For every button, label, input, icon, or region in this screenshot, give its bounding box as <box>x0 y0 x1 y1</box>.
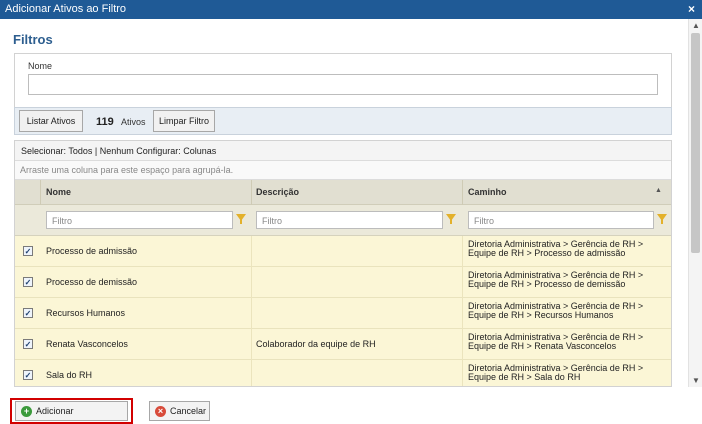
cell-divider <box>251 267 252 298</box>
path-filter-input[interactable]: Filtro <box>468 211 654 229</box>
cell-divider <box>462 329 463 360</box>
cell-name: Recursos Humanos <box>46 308 126 318</box>
cell-divider <box>462 298 463 329</box>
grid-header-row: Nome Descrição Caminho ▲ <box>15 180 671 205</box>
filters-section-title: Filtros <box>13 32 53 47</box>
row-checkbox[interactable]: ✓ <box>23 308 33 318</box>
cell-path: Diretoria Administrativa > Gerência de R… <box>468 332 644 351</box>
cell-divider <box>251 236 252 267</box>
scrollbar-thumb[interactable] <box>691 33 700 253</box>
cell-name: Sala do RH <box>46 370 93 380</box>
name-field-label: Nome <box>28 61 53 71</box>
cell-path: Diretoria Administrativa > Gerência de R… <box>468 239 644 258</box>
filter-funnel-icon[interactable] <box>657 214 667 224</box>
cell-divider <box>462 360 463 386</box>
dialog-scrollbar[interactable]: ▲ ▼ <box>688 19 702 387</box>
name-filter-input[interactable]: Filtro <box>46 211 233 229</box>
dialog-footer: + Adicionar Selecionados × Cancelar <box>0 387 702 424</box>
cell-description: Colaborador da equipe de RH <box>256 339 376 349</box>
scroll-down-icon[interactable]: ▼ <box>692 376 700 385</box>
table-row[interactable]: ✓ Sala do RH Diretoria Administrativa > … <box>15 360 671 386</box>
grid-filter-row: Filtro Filtro Filtro <box>15 205 671 236</box>
table-row[interactable]: ✓ Processo de demissão Diretoria Adminis… <box>15 267 671 298</box>
row-checkbox[interactable]: ✓ <box>23 339 33 349</box>
filter-funnel-icon[interactable] <box>236 214 246 224</box>
cancel-label: Cancelar <box>170 406 207 416</box>
cell-divider <box>251 360 252 386</box>
cell-divider <box>462 236 463 267</box>
row-checkbox[interactable]: ✓ <box>23 370 33 380</box>
cell-name: Processo de admissão <box>46 246 138 256</box>
cancel-circle-icon: × <box>155 406 166 417</box>
cell-path: Diretoria Administrativa > Gerência de R… <box>468 270 644 289</box>
dialog-titlebar: Adicionar Ativos ao Filtro × <box>0 0 702 19</box>
header-divider <box>251 180 252 205</box>
table-row[interactable]: ✓ Renata Vasconcelos Colaborador da equi… <box>15 329 671 360</box>
asset-count-label: Ativos <box>121 117 146 127</box>
close-icon[interactable]: × <box>688 2 695 16</box>
add-selected-label: Adicionar Selecionados <box>36 406 74 416</box>
sort-ascending-icon[interactable]: ▲ <box>655 187 662 194</box>
add-selected-button[interactable]: + Adicionar Selecionados <box>15 401 128 421</box>
selection-bar[interactable]: Selecionar: Todos | Nenhum Configurar: C… <box>15 141 671 161</box>
scroll-up-icon[interactable]: ▲ <box>692 21 700 30</box>
list-assets-button[interactable]: Listar Ativos <box>19 110 83 132</box>
name-field[interactable] <box>28 74 658 95</box>
column-header-path[interactable]: Caminho <box>468 187 507 197</box>
cell-name: Renata Vasconcelos <box>46 339 128 349</box>
dialog-content: Filtros Nome Listar Ativos 119 Ativos Li… <box>0 19 688 387</box>
cell-divider <box>251 329 252 360</box>
column-header-name[interactable]: Nome <box>46 187 71 197</box>
cell-divider <box>251 298 252 329</box>
clear-filter-button[interactable]: Limpar Filtro <box>153 110 215 132</box>
cancel-button[interactable]: × Cancelar <box>149 401 210 421</box>
cell-path: Diretoria Administrativa > Gerência de R… <box>468 301 644 320</box>
cell-divider <box>462 267 463 298</box>
description-filter-input[interactable]: Filtro <box>256 211 443 229</box>
table-row[interactable]: ✓ Processo de admissão Diretoria Adminis… <box>15 236 671 267</box>
filter-funnel-icon[interactable] <box>446 214 456 224</box>
add-circle-icon: + <box>21 406 32 417</box>
asset-toolbar: Listar Ativos 119 Ativos Limpar Filtro <box>14 107 672 135</box>
dialog-title: Adicionar Ativos ao Filtro <box>5 3 127 15</box>
asset-count: 119 <box>96 116 114 128</box>
cell-path: Diretoria Administrativa > Gerência de R… <box>468 363 644 382</box>
row-checkbox[interactable]: ✓ <box>23 246 33 256</box>
header-divider <box>40 180 41 205</box>
row-checkbox[interactable]: ✓ <box>23 277 33 287</box>
column-header-description[interactable]: Descrição <box>256 187 299 197</box>
assets-grid: Selecionar: Todos | Nenhum Configurar: C… <box>14 140 672 387</box>
group-drop-area[interactable]: Arraste uma coluna para este espaço para… <box>15 161 671 180</box>
header-divider <box>462 180 463 205</box>
table-row[interactable]: ✓ Recursos Humanos Diretoria Administrat… <box>15 298 671 329</box>
cell-name: Processo de demissão <box>46 277 138 287</box>
